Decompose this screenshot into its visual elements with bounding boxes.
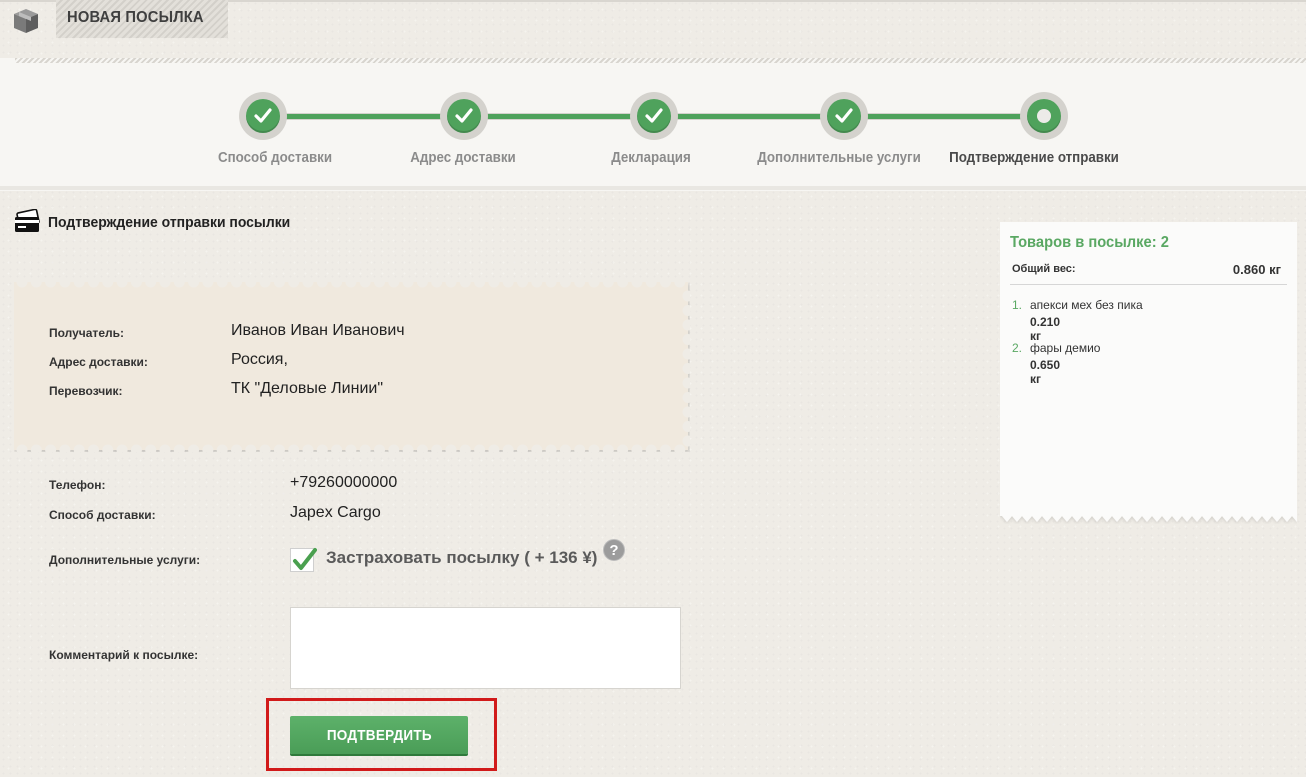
page-title: НОВАЯ ПОСЫЛКА bbox=[67, 9, 204, 26]
step-3-indicator bbox=[630, 92, 678, 140]
step-2-indicator bbox=[440, 92, 488, 140]
steps-divider bbox=[0, 186, 1306, 190]
address-label: Адрес доставки: bbox=[49, 355, 148, 369]
recipient-label: Получатель: bbox=[49, 326, 124, 340]
cart-item-name: фары демио bbox=[1030, 341, 1101, 355]
section-title: Подтверждение отправки посылки bbox=[48, 214, 291, 231]
step-5-indicator bbox=[1020, 92, 1068, 140]
delivery-method-label: Способ доставки: bbox=[49, 508, 156, 522]
total-weight-value: 0.860 кг bbox=[1232, 262, 1281, 277]
receipt-divider bbox=[1010, 284, 1287, 285]
package-icon bbox=[11, 6, 41, 34]
phone-value: +79260000000 bbox=[290, 474, 398, 491]
total-weight-label: Общий вес: bbox=[1012, 263, 1076, 275]
cart-summary-receipt: Товаров в посылке: 2 Общий вес: 0.860 кг… bbox=[1000, 222, 1297, 522]
insurance-label[interactable]: Застраховать посылку ( + 136 ¥) bbox=[326, 548, 597, 568]
checkmark-icon bbox=[293, 548, 317, 570]
recipient-stamp-card: Получатель: Иванов Иван Иванович Адрес д… bbox=[14, 282, 690, 452]
insurance-checkbox[interactable] bbox=[290, 548, 317, 572]
cart-count-title: Товаров в посылке: 2 bbox=[1010, 234, 1169, 251]
step-4-indicator bbox=[820, 92, 868, 140]
current-step-dot bbox=[1037, 109, 1051, 123]
delivery-method-value: Japex Cargo bbox=[290, 504, 381, 521]
check-icon bbox=[254, 108, 272, 123]
step-label-extra-services[interactable]: Дополнительные услуги bbox=[747, 150, 931, 166]
cart-item-weight: 0.210 кг bbox=[1030, 315, 1061, 343]
comment-label: Комментарий к посылке: bbox=[49, 648, 199, 662]
cart-item-weight: 0.650 кг bbox=[1030, 358, 1061, 386]
confirm-button-label: ПОДТВЕРДИТЬ bbox=[326, 726, 432, 744]
step-label-confirmation: Подтверждение отправки bbox=[949, 150, 1119, 166]
cart-item-name: апекси мех без пика bbox=[1030, 298, 1143, 312]
carrier-value: ТК "Деловые Линии" bbox=[231, 380, 384, 397]
step-1-indicator bbox=[239, 92, 287, 140]
address-value: Россия, bbox=[231, 351, 288, 368]
help-icon[interactable]: ? bbox=[603, 539, 625, 561]
cart-item-number: 1. bbox=[1012, 298, 1023, 312]
step-label-delivery-address[interactable]: Адрес доставки bbox=[371, 150, 555, 166]
phone-label: Телефон: bbox=[49, 478, 106, 492]
extra-services-label: Дополнительные услуги: bbox=[49, 553, 201, 567]
comment-textarea[interactable] bbox=[290, 607, 681, 689]
check-icon bbox=[645, 108, 663, 123]
cards-icon bbox=[12, 208, 42, 238]
step-label-declaration[interactable]: Декларация bbox=[559, 150, 743, 166]
cart-item-number: 2. bbox=[1012, 341, 1023, 355]
carrier-label: Перевозчик: bbox=[49, 384, 123, 398]
confirm-button[interactable]: ПОДТВЕРДИТЬ bbox=[290, 716, 468, 754]
recipient-value: Иванов Иван Иванович bbox=[231, 322, 405, 339]
step-label-delivery-method[interactable]: Способ доставки bbox=[183, 150, 367, 166]
check-icon bbox=[455, 108, 473, 123]
check-icon bbox=[835, 108, 853, 123]
